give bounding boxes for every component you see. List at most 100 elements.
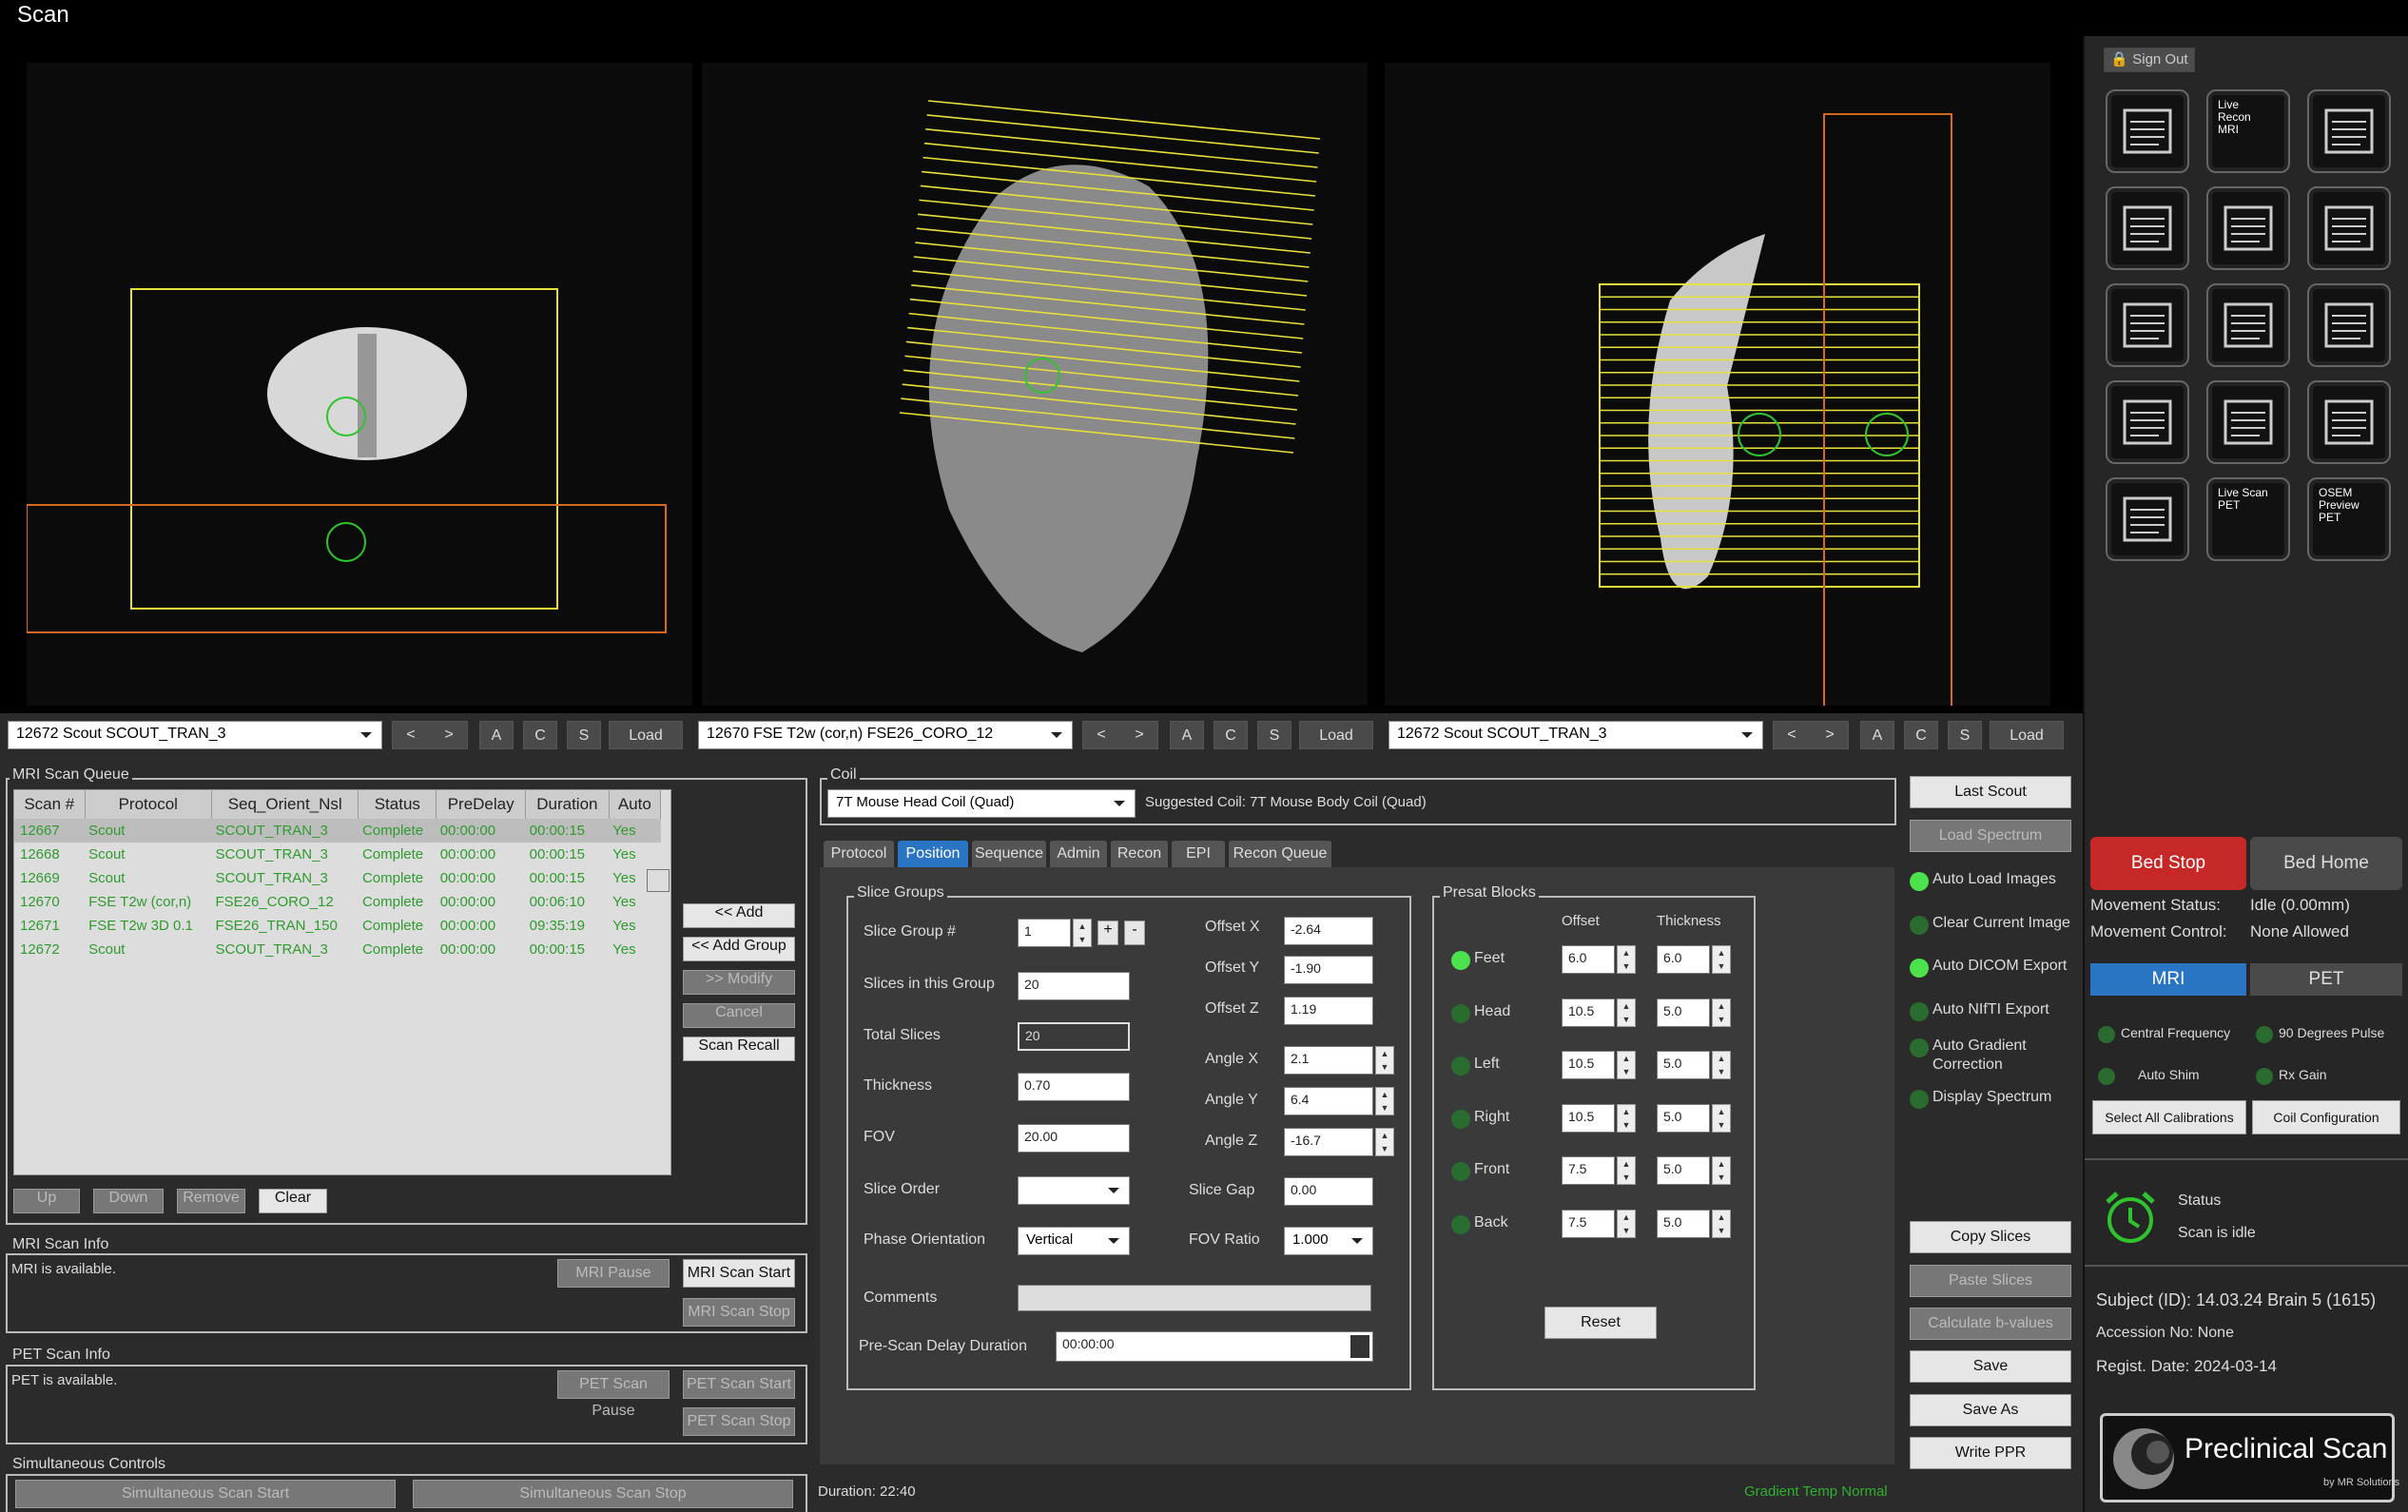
coronal-view-button[interactable]: C: [523, 721, 557, 749]
option-toggle[interactable]: [1910, 916, 1929, 935]
calibration-toggle[interactable]: [2098, 1026, 2115, 1043]
sagittal-view-button[interactable]: S: [567, 721, 601, 749]
mri-mode-tab[interactable]: MRI: [2090, 963, 2246, 996]
clear-button[interactable]: Clear: [259, 1189, 327, 1213]
presat-thickness-spinner[interactable]: ▲ ▼: [1712, 945, 1731, 974]
slice-order-select[interactable]: [1018, 1176, 1130, 1205]
presat-thickness-input[interactable]: 6.0: [1657, 945, 1710, 974]
presat-offset-spinner[interactable]: ▲ ▼: [1617, 1103, 1636, 1133]
mri-pause-button[interactable]: MRI Pause: [557, 1259, 670, 1288]
presat-toggle-right[interactable]: [1451, 1109, 1470, 1129]
cancel-button[interactable]: Cancel: [683, 1003, 795, 1028]
presat-thickness-spinner[interactable]: ▲ ▼: [1712, 998, 1731, 1027]
presat-thickness-input[interactable]: 5.0: [1657, 1051, 1710, 1079]
up-button[interactable]: Up: [13, 1189, 80, 1213]
coil-select[interactable]: 7T Mouse Head Coil (Quad): [827, 789, 1136, 818]
series-select[interactable]: 12670 FSE T2w (cor,n) FSE26_CORO_12: [698, 721, 1073, 749]
modify-button[interactable]: >> Modify: [683, 970, 795, 995]
pre-scan-delay-input[interactable]: 00:00:00: [1056, 1331, 1373, 1362]
presat-toggle-left[interactable]: [1451, 1056, 1470, 1076]
mri-scan-stop-button[interactable]: MRI Scan Stop: [683, 1298, 795, 1327]
next-image-button[interactable]: >: [1811, 721, 1849, 749]
presat-reset-button[interactable]: Reset: [1544, 1307, 1657, 1339]
protocol-remove-icon[interactable]: [2307, 186, 2391, 270]
tab-recon-queue[interactable]: Recon Queue: [1229, 841, 1331, 867]
add-slice-group-button[interactable]: +: [1097, 921, 1118, 945]
column-header[interactable]: Protocol: [85, 790, 212, 819]
physio-monitor-icon[interactable]: [2106, 89, 2189, 173]
protocol-lock-icon[interactable]: [2106, 186, 2189, 270]
angle-y-spinner[interactable]: ▲ ▼: [1375, 1087, 1394, 1115]
mouse-face-icon[interactable]: [2106, 283, 2189, 367]
paste-slices-button[interactable]: Paste Slices: [1910, 1265, 2071, 1297]
option-toggle[interactable]: [1910, 1038, 1929, 1057]
fov-input[interactable]: 20.00: [1018, 1124, 1130, 1153]
presat-thickness-input[interactable]: 5.0: [1657, 1209, 1710, 1238]
tab-protocol[interactable]: Protocol: [824, 841, 894, 867]
presat-thickness-spinner[interactable]: ▲ ▼: [1712, 1209, 1731, 1238]
protocol-list-icon[interactable]: [2307, 89, 2391, 173]
table-row[interactable]: 12667 Scout SCOUT_TRAN_3 Complete 00:00:00 00…: [14, 819, 661, 843]
presat-offset-input[interactable]: 10.5: [1562, 998, 1615, 1027]
save-button[interactable]: Save: [1910, 1350, 2071, 1383]
series-select[interactable]: 12672 Scout SCOUT_TRAN_3: [1388, 721, 1763, 749]
presat-offset-spinner[interactable]: ▲ ▼: [1617, 1051, 1636, 1079]
presat-offset-spinner[interactable]: ▲ ▼: [1617, 1209, 1636, 1238]
add-group-button[interactable]: << Add Group: [683, 937, 795, 961]
angle-x-input[interactable]: 2.1: [1284, 1046, 1373, 1075]
column-header[interactable]: PreDelay: [436, 790, 527, 819]
scan-recall-button[interactable]: Scan Recall: [683, 1037, 795, 1061]
load-series-button[interactable]: Load: [609, 721, 683, 749]
table-row[interactable]: 12669 Scout SCOUT_TRAN_3 Complete 00:00:00 00…: [14, 866, 661, 890]
protocol-settings-icon[interactable]: [2307, 380, 2391, 464]
table-row[interactable]: 12671 FSE T2w 3D 0.1 FSE26_TRAN_150 Complet…: [14, 914, 661, 938]
angle-x-spinner[interactable]: ▲ ▼: [1375, 1046, 1394, 1075]
column-header[interactable]: Auto: [609, 790, 662, 819]
sagittal-view-button[interactable]: S: [1257, 721, 1291, 749]
fov-ratio-select[interactable]: 1.000: [1284, 1227, 1373, 1255]
calibration-toggle[interactable]: [2098, 1068, 2115, 1085]
tab-epi[interactable]: EPI: [1172, 841, 1225, 867]
live-scan-pet-icon[interactable]: Live Scan PET: [2206, 477, 2290, 561]
prev-image-button[interactable]: <: [392, 721, 430, 749]
presat-thickness-spinner[interactable]: ▲ ▼: [1712, 1103, 1731, 1133]
mouse-top-icon[interactable]: [2206, 283, 2290, 367]
presat-toggle-feet[interactable]: [1451, 951, 1470, 970]
coronal-view-button[interactable]: C: [1214, 721, 1248, 749]
offset-y-input[interactable]: -1.90: [1284, 956, 1373, 984]
bed-home-button[interactable]: Bed Home: [2250, 837, 2402, 890]
presat-offset-spinner[interactable]: ▲ ▼: [1617, 998, 1636, 1027]
presat-offset-input[interactable]: 7.5: [1562, 1156, 1615, 1185]
write-ppr-button[interactable]: Write PPR: [1910, 1437, 2071, 1469]
table-row[interactable]: 12668 Scout SCOUT_TRAN_3 Complete 00:00:00 00…: [14, 843, 661, 866]
simultaneous-stop-button[interactable]: Simultaneous Scan Stop: [413, 1480, 793, 1508]
viewport-coronal[interactable]: [702, 63, 1368, 706]
offset-x-input[interactable]: -2.64: [1284, 917, 1373, 945]
pet-scan-stop-button[interactable]: PET Scan Stop: [683, 1407, 795, 1436]
protocol-add-icon[interactable]: [2206, 186, 2290, 270]
table-row[interactable]: 12672 Scout SCOUT_TRAN_3 Complete 00:00:00 00…: [14, 938, 661, 961]
remove-button[interactable]: Remove: [177, 1189, 245, 1213]
next-image-button[interactable]: >: [430, 721, 468, 749]
option-toggle[interactable]: [1910, 1090, 1929, 1109]
delay-picker-button[interactable]: [1350, 1335, 1369, 1358]
slice-group-spinner[interactable]: ▲ ▼: [1073, 919, 1092, 947]
animal-monitor-icon[interactable]: [2106, 477, 2189, 561]
offset-z-input[interactable]: 1.19: [1284, 997, 1373, 1025]
phase-orientation-select[interactable]: Vertical: [1018, 1227, 1130, 1255]
sun-lock-icon[interactable]: [2106, 380, 2189, 464]
column-header[interactable]: Duration: [525, 790, 610, 819]
comments-input[interactable]: [1018, 1285, 1371, 1311]
presat-offset-input[interactable]: 7.5: [1562, 1209, 1615, 1238]
angle-z-input[interactable]: -16.7: [1284, 1128, 1373, 1156]
series-select[interactable]: 12672 Scout SCOUT_TRAN_3: [8, 721, 382, 749]
coronal-view-button[interactable]: C: [1904, 721, 1938, 749]
calibration-toggle[interactable]: [2256, 1068, 2273, 1085]
save-as-button[interactable]: Save As: [1910, 1394, 2071, 1426]
remove-slice-group-button[interactable]: -: [1124, 921, 1145, 945]
presat-offset-input[interactable]: 10.5: [1562, 1103, 1615, 1133]
table-row[interactable]: 12670 FSE T2w (cor,n) FSE26_CORO_12 Complet…: [14, 890, 661, 914]
presat-toggle-back[interactable]: [1451, 1214, 1470, 1234]
axial-view-button[interactable]: A: [1170, 721, 1204, 749]
presat-toggle-front[interactable]: [1451, 1162, 1470, 1181]
